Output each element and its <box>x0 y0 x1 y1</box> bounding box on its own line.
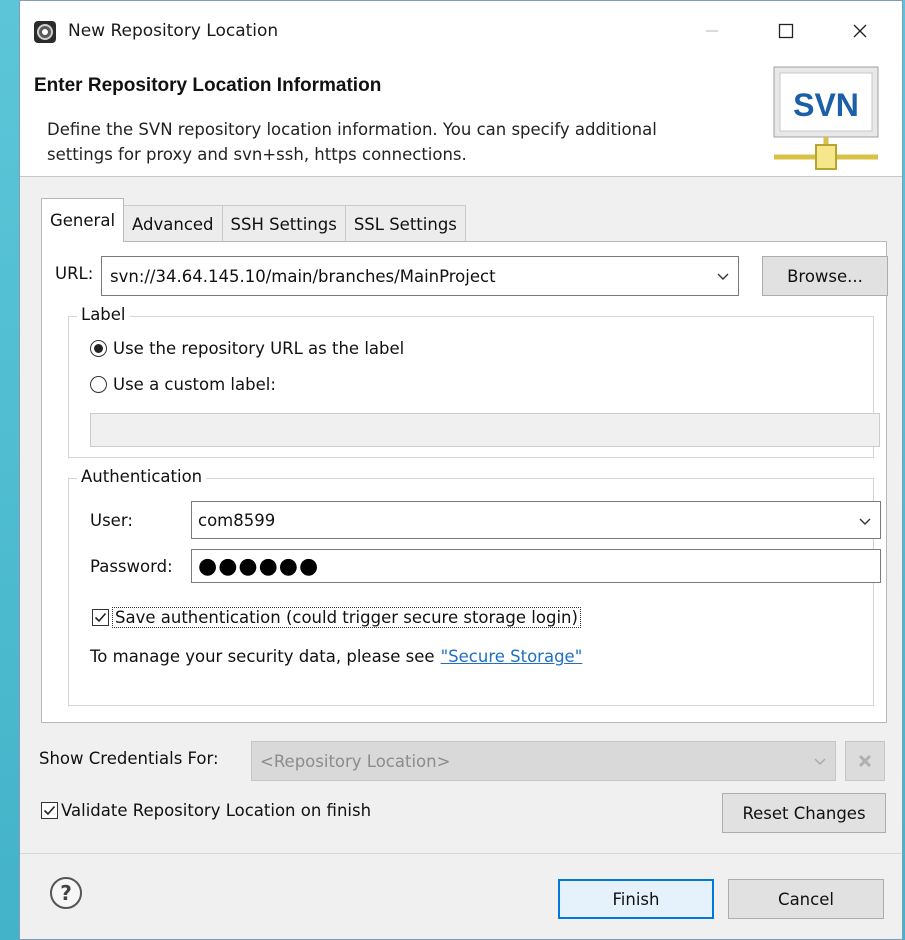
general-tab-panel: URL: svn://34.64.145.10/main/branches/Ma… <box>41 241 888 723</box>
user-combobox[interactable]: com8599 <box>191 501 881 539</box>
user-label: User: <box>90 511 133 530</box>
checkbox-checked[interactable] <box>41 802 58 819</box>
window-title: New Repository Location <box>68 21 279 41</box>
close-button[interactable] <box>836 11 884 51</box>
radio-unselected[interactable] <box>90 376 107 393</box>
radio-selected[interactable] <box>90 340 107 357</box>
tab-advanced[interactable]: Advanced <box>123 205 223 242</box>
dialog-window: New Repository Location Enter Repository… <box>19 0 903 940</box>
maximize-button[interactable] <box>762 11 810 51</box>
tab-ssh-label: SSH Settings <box>230 214 337 234</box>
chevron-down-icon <box>814 758 826 765</box>
reset-changes-button[interactable]: Reset Changes <box>722 793 886 833</box>
tab-ssl-label: SSL Settings <box>353 214 457 234</box>
checkbox-checked[interactable] <box>92 609 109 626</box>
footer-divider <box>20 853 902 854</box>
validate-location-label: Validate Repository Location on finish <box>61 801 372 820</box>
password-value: ●●●●●● <box>198 553 320 579</box>
clear-credentials-icon <box>845 741 885 781</box>
chevron-down-icon[interactable] <box>714 267 732 285</box>
page-description: Define the SVN repository location infor… <box>47 120 657 164</box>
label-group-legend: Label <box>77 305 130 324</box>
tab-general-label: General <box>50 211 116 230</box>
chevron-down-icon[interactable] <box>856 512 874 530</box>
help-icon[interactable]: ? <box>50 877 82 909</box>
svn-badge-text: SVN <box>793 87 859 123</box>
show-credentials-label: Show Credentials For: <box>39 749 219 768</box>
authentication-group-legend: Authentication <box>77 467 207 486</box>
label-group: Label Use the repository URL as the labe… <box>68 305 880 458</box>
manage-security-text: To manage your security data, please see… <box>90 647 582 666</box>
validate-location-checkbox[interactable]: Validate Repository Location on finish <box>41 801 371 820</box>
save-authentication-label: Save authentication (could trigger secur… <box>112 607 581 628</box>
wizard-header: Enter Repository Location Information De… <box>20 61 902 177</box>
use-repo-url-radio[interactable]: Use the repository URL as the label <box>90 339 404 358</box>
tab-bar: General Advanced SSH Settings SSL Settin… <box>41 198 466 242</box>
credentials-combobox: <Repository Location> <box>251 741 836 781</box>
url-label: URL: <box>55 264 94 283</box>
url-combobox[interactable]: svn://34.64.145.10/main/branches/MainPro… <box>101 256 739 296</box>
tab-advanced-label: Advanced <box>132 214 214 234</box>
password-field[interactable]: ●●●●●● <box>191 549 881 583</box>
app-gear-icon <box>34 21 56 43</box>
use-custom-label-text: Use a custom label: <box>113 375 276 394</box>
credentials-value: <Repository Location> <box>260 751 451 771</box>
url-value: svn://34.64.145.10/main/branches/MainPro… <box>110 266 496 286</box>
use-repo-url-label: Use the repository URL as the label <box>113 339 405 358</box>
tab-ssl-settings[interactable]: SSL Settings <box>344 205 466 242</box>
svn-logo-icon: SVN <box>772 65 884 173</box>
page-title: Enter Repository Location Information <box>34 75 382 96</box>
tab-general[interactable]: General <box>41 198 125 242</box>
authentication-group: Authentication User: com8599 Password: ●… <box>68 467 881 706</box>
save-authentication-checkbox[interactable]: Save authentication (could trigger secur… <box>92 607 581 628</box>
password-label: Password: <box>90 557 173 576</box>
custom-label-input <box>90 413 880 447</box>
secure-storage-link[interactable]: "Secure Storage" <box>441 647 583 666</box>
cancel-button[interactable]: Cancel <box>728 879 884 919</box>
use-custom-label-radio[interactable]: Use a custom label: <box>90 375 276 394</box>
finish-button[interactable]: Finish <box>558 879 714 919</box>
title-bar: New Repository Location <box>20 1 902 61</box>
manage-security-prefix: To manage your security data, please see <box>90 647 435 666</box>
browse-button[interactable]: Browse... <box>762 256 888 296</box>
minimize-button[interactable] <box>688 11 736 51</box>
user-value: com8599 <box>198 510 276 530</box>
tab-ssh-settings[interactable]: SSH Settings <box>221 205 346 242</box>
